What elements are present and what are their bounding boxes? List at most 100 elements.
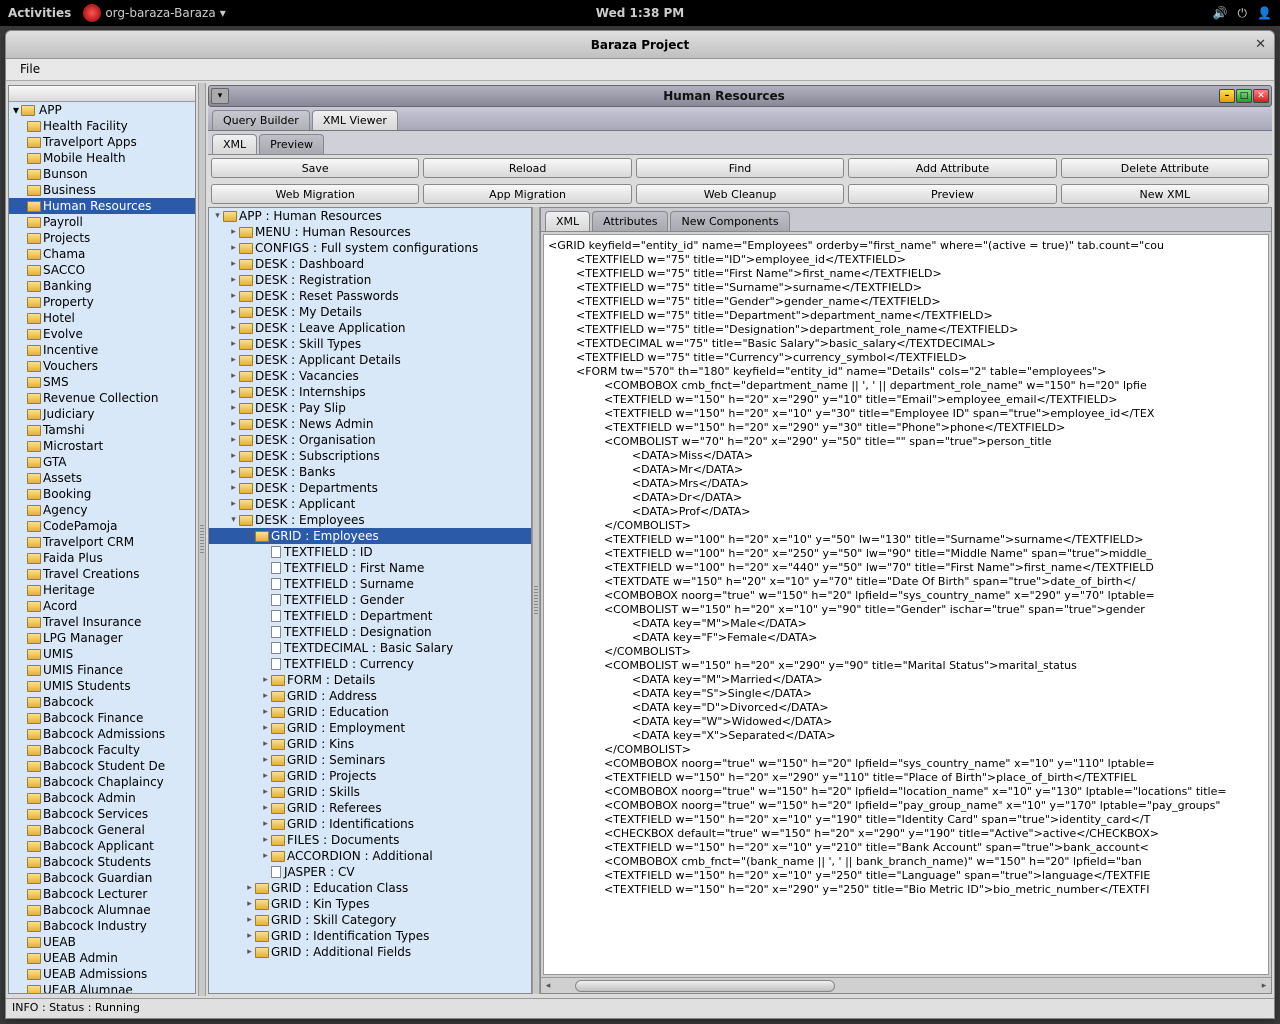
app-tree-item[interactable]: Mobile Health — [9, 150, 195, 166]
app-tree-item[interactable]: Health Facility — [9, 118, 195, 134]
desk-tree-item[interactable]: ▸GRID : Education — [209, 704, 531, 720]
app-tree-item[interactable]: Agency — [9, 502, 195, 518]
desk-tree-item[interactable]: ▾DESK : Employees — [209, 512, 531, 528]
toolbar-button[interactable]: Web Migration — [211, 184, 419, 204]
mdi-minimize-icon[interactable]: – — [1219, 89, 1235, 103]
app-tree-item[interactable]: Babcock — [9, 694, 195, 710]
app-tree-item[interactable]: Babcock Alumnae — [9, 902, 195, 918]
mdi-close-icon[interactable]: ✕ — [1253, 89, 1269, 103]
app-tree-item[interactable]: Babcock Lecturer — [9, 886, 195, 902]
toolbar-button[interactable]: Reload — [423, 158, 631, 178]
desk-tree[interactable]: ▾APP : Human Resources▸MENU : Human Reso… — [208, 207, 532, 994]
desk-tree-item[interactable]: TEXTFIELD : Surname — [209, 576, 531, 592]
app-tree-item[interactable]: Babcock Industry — [9, 918, 195, 934]
desk-tree-item[interactable]: ▸GRID : Additional Fields — [209, 944, 531, 960]
power-icon[interactable]: ⏻ — [1238, 6, 1248, 21]
subtab-preview[interactable]: Preview — [259, 134, 324, 154]
mdi-maximize-icon[interactable]: □ — [1236, 89, 1252, 103]
desk-tree-item[interactable]: ▸DESK : Dashboard — [209, 256, 531, 272]
app-tree-item[interactable]: Travelport Apps — [9, 134, 195, 150]
desk-tree-item[interactable]: ▸FILES : Documents — [209, 832, 531, 848]
splitter-mid[interactable] — [532, 207, 540, 994]
toolbar-button[interactable]: Save — [211, 158, 419, 178]
desk-tree-item[interactable]: ▸GRID : Identification Types — [209, 928, 531, 944]
desk-tree-item[interactable]: ▸DESK : Applicant Details — [209, 352, 531, 368]
app-tree-item[interactable]: UEAB Alumnae — [9, 982, 195, 993]
app-tree-item[interactable]: Heritage — [9, 582, 195, 598]
app-tree-item[interactable]: Tamshi — [9, 422, 195, 438]
desk-tree-item[interactable]: ▸GRID : Referees — [209, 800, 531, 816]
desk-tree-item[interactable]: ▸DESK : Departments — [209, 480, 531, 496]
xml-hscroll[interactable]: ◂▸ — [541, 977, 1271, 993]
app-tree-item[interactable]: GTA — [9, 454, 195, 470]
desk-tree-item[interactable]: TEXTFIELD : Designation — [209, 624, 531, 640]
tab-xml-viewer[interactable]: XML Viewer — [312, 110, 398, 130]
app-tree-item[interactable]: Judiciary — [9, 406, 195, 422]
desk-tree-item[interactable]: ▸GRID : Employment — [209, 720, 531, 736]
subtab-xml[interactable]: XML — [212, 134, 257, 154]
desk-tree-item[interactable]: ▸MENU : Human Resources — [209, 224, 531, 240]
toolbar-button[interactable]: Delete Attribute — [1061, 158, 1269, 178]
app-tree-item[interactable]: Hotel — [9, 310, 195, 326]
desk-tree-item[interactable]: ▸DESK : Subscriptions — [209, 448, 531, 464]
volume-icon[interactable]: 🔊 — [1213, 6, 1228, 21]
tab-query-builder[interactable]: Query Builder — [212, 110, 310, 130]
desk-tree-item[interactable]: ▸DESK : News Admin — [209, 416, 531, 432]
desk-tree-item[interactable]: ▸DESK : Leave Application — [209, 320, 531, 336]
app-tree-item[interactable]: Banking — [9, 278, 195, 294]
toolbar-button[interactable]: Add Attribute — [848, 158, 1056, 178]
app-tree-item[interactable]: Vouchers — [9, 358, 195, 374]
xml-editor[interactable]: <GRID keyfield="entity_id" name="Employe… — [543, 234, 1269, 975]
app-tree-item[interactable]: Babcock Admissions — [9, 726, 195, 742]
app-tree-item[interactable]: Projects — [9, 230, 195, 246]
desk-tree-item[interactable]: ▸ACCORDION : Additional — [209, 848, 531, 864]
app-tree-item[interactable]: Incentive — [9, 342, 195, 358]
app-tree-item[interactable]: Human Resources — [9, 198, 195, 214]
xmltab-attributes[interactable]: Attributes — [592, 211, 668, 231]
desk-tree-item[interactable]: ▸DESK : Skill Types — [209, 336, 531, 352]
desk-tree-item[interactable]: ▸DESK : Reset Passwords — [209, 288, 531, 304]
toolbar-button[interactable]: Preview — [848, 184, 1056, 204]
app-tree-item[interactable]: Payroll — [9, 214, 195, 230]
app-tree-item[interactable]: UEAB Admin — [9, 950, 195, 966]
splitter-left[interactable] — [198, 83, 206, 996]
desk-tree-item[interactable]: ▸GRID : Seminars — [209, 752, 531, 768]
app-tree-item[interactable]: Travelport CRM — [9, 534, 195, 550]
desk-tree-item[interactable]: ▸GRID : Identifications — [209, 816, 531, 832]
desk-tree-item[interactable]: ▸DESK : Registration — [209, 272, 531, 288]
app-tree-item[interactable]: Chama — [9, 246, 195, 262]
mdi-menu-icon[interactable]: ▾ — [211, 88, 229, 104]
xmltab-xml[interactable]: XML — [545, 211, 590, 231]
app-tree-item[interactable]: UEAB — [9, 934, 195, 950]
desk-tree-item[interactable]: ▸GRID : Projects — [209, 768, 531, 784]
desk-tree-item[interactable]: ▾GRID : Employees — [209, 528, 531, 544]
app-tree-item[interactable]: Babcock Applicant — [9, 838, 195, 854]
app-tree-item[interactable]: Babcock Services — [9, 806, 195, 822]
desk-tree-item[interactable]: TEXTFIELD : First Name — [209, 560, 531, 576]
app-tree-item[interactable]: Travel Creations — [9, 566, 195, 582]
app-tree-item[interactable]: UMIS Students — [9, 678, 195, 694]
xmltab-new-components[interactable]: New Components — [670, 211, 789, 231]
app-tree-item[interactable]: Babcock Students — [9, 854, 195, 870]
desk-tree-item[interactable]: ▸FORM : Details — [209, 672, 531, 688]
app-tree-item[interactable]: Babcock Faculty — [9, 742, 195, 758]
window-titlebar[interactable]: Baraza Project ✕ — [6, 31, 1274, 59]
app-tree-item[interactable]: Evolve — [9, 326, 195, 342]
toolbar-button[interactable]: New XML — [1061, 184, 1269, 204]
clock[interactable]: Wed 1:38 PM — [596, 6, 684, 20]
desk-tree-item[interactable]: TEXTFIELD : Currency — [209, 656, 531, 672]
app-tree-item[interactable]: Property — [9, 294, 195, 310]
app-tree-item[interactable]: LPG Manager — [9, 630, 195, 646]
desk-tree-item[interactable]: ▸GRID : Education Class — [209, 880, 531, 896]
app-tree-item[interactable]: Acord — [9, 598, 195, 614]
app-tree-item[interactable]: CodePamoja — [9, 518, 195, 534]
desk-tree-item[interactable]: TEXTFIELD : Gender — [209, 592, 531, 608]
app-tree-item[interactable]: Babcock Finance — [9, 710, 195, 726]
desk-tree-item[interactable]: TEXTDECIMAL : Basic Salary — [209, 640, 531, 656]
app-tree-item[interactable]: UMIS Finance — [9, 662, 195, 678]
app-tree-item[interactable]: Babcock Guardian — [9, 870, 195, 886]
app-tree-item[interactable]: Assets — [9, 470, 195, 486]
desk-tree-item[interactable]: ▸DESK : Vacancies — [209, 368, 531, 384]
toolbar-button[interactable]: App Migration — [423, 184, 631, 204]
desk-tree-item[interactable]: ▸DESK : Applicant — [209, 496, 531, 512]
